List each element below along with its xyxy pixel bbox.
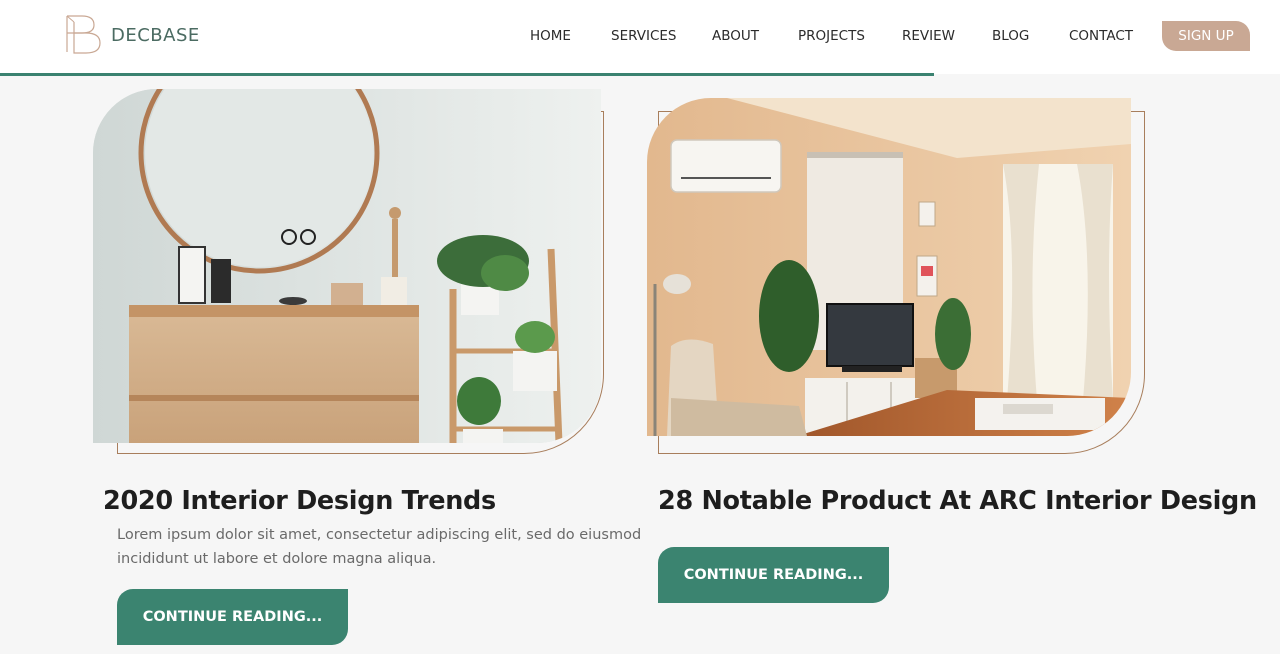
post-title[interactable]: 2020 Interior Design Trends (103, 486, 496, 516)
post-title[interactable]: 28 Notable Product At ARC Interior Desig… (658, 486, 1257, 516)
nav-services[interactable]: SERVICES (611, 26, 676, 46)
nav-review[interactable]: REVIEW (902, 26, 955, 46)
scroll-progress-bar (0, 73, 935, 76)
post-image-living-room[interactable] (647, 98, 1131, 436)
nav-home[interactable]: HOME (530, 26, 571, 46)
dresser-photo-illustration (93, 89, 601, 443)
nav-blog[interactable]: BLOG (992, 26, 1029, 46)
signup-button[interactable]: SIGN UP (1162, 21, 1250, 51)
post-excerpt: Lorem ipsum dolor sit amet, consectetur … (117, 527, 642, 567)
main-nav: HOME SERVICES ABOUT PROJECTS REVIEW BLOG… (0, 26, 1280, 48)
site-header: DECBASE HOME SERVICES ABOUT PROJECTS REV… (0, 0, 1280, 74)
nav-about[interactable]: ABOUT (712, 26, 759, 46)
nav-projects[interactable]: PROJECTS (798, 26, 865, 46)
continue-reading-button[interactable]: CONTINUE READING... (117, 589, 348, 645)
nav-contact[interactable]: CONTACT (1069, 26, 1133, 46)
living-room-photo-illustration (647, 98, 1131, 436)
post-image-dresser[interactable] (93, 89, 601, 443)
continue-reading-button[interactable]: CONTINUE READING... (658, 547, 889, 603)
